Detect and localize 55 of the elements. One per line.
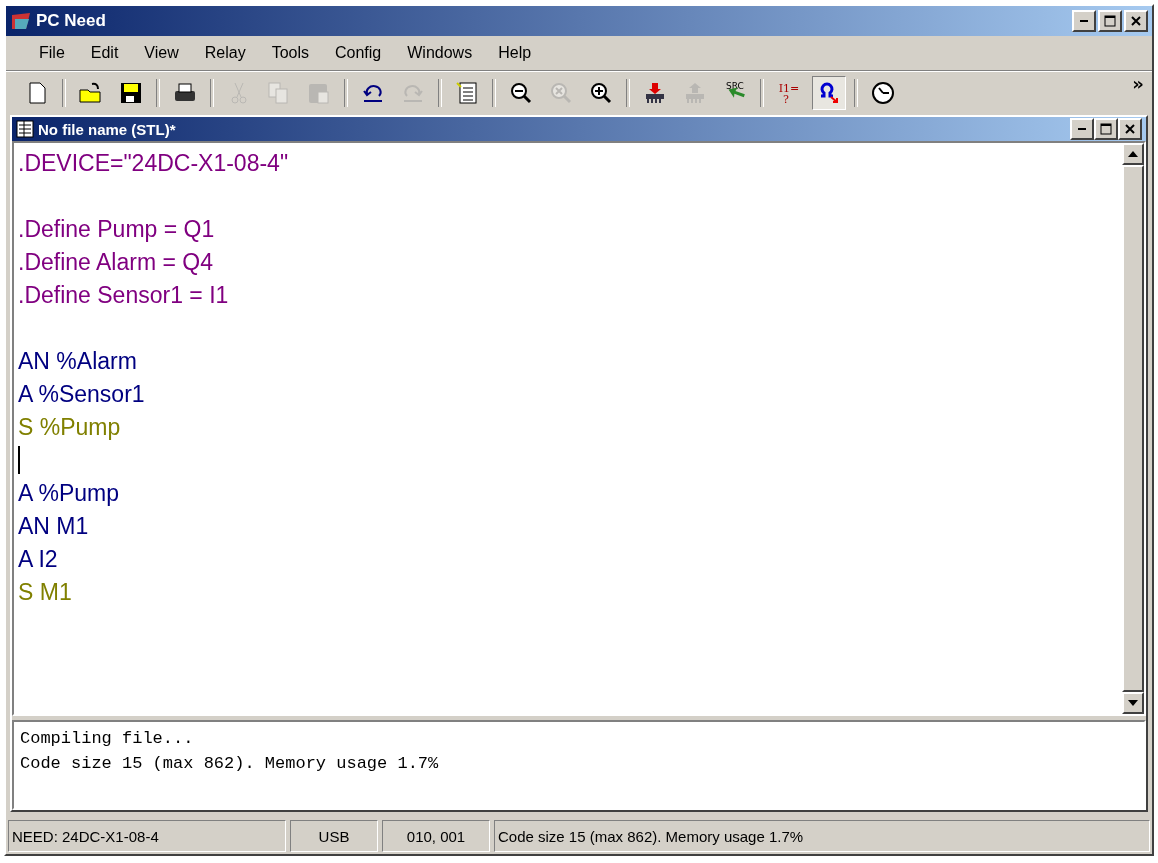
text-cursor <box>18 446 20 474</box>
code-line: AN %Alarm <box>18 347 138 376</box>
maximize-button[interactable] <box>1094 118 1118 140</box>
code-line: A %Pump <box>18 479 120 508</box>
menu-item[interactable]: Help <box>485 40 545 66</box>
toolbar-button[interactable] <box>812 76 846 110</box>
up-arrow-icon <box>1128 151 1138 157</box>
menu-item[interactable]: Edit <box>77 40 132 66</box>
code-line: A I2 <box>18 545 59 574</box>
scroll-up-button[interactable] <box>1122 143 1144 165</box>
output-line: Code size 15 (max 862). Memory usage 1.7% <box>20 753 440 775</box>
code-line: .Define Alarm = Q4 <box>18 248 214 277</box>
menu-item[interactable]: Windows <box>394 40 486 66</box>
clock-icon <box>870 80 896 106</box>
status-pane: Code size 15 (max 862). Memory usage 1.7% <box>494 820 1150 852</box>
app-logo-icon <box>10 11 32 31</box>
menu-item[interactable]: Relay <box>191 40 259 66</box>
folder-icon <box>78 80 104 106</box>
code-line: S M1 <box>18 578 73 607</box>
code-line: A %Sensor1 <box>18 380 146 409</box>
maximize-icon <box>1100 123 1112 135</box>
document-title: No file name (STL)* <box>38 120 177 138</box>
menu-item[interactable]: Config <box>322 40 395 66</box>
window-title: PC Need <box>36 11 107 31</box>
code-line: .Define Sensor1 = I1 <box>18 281 230 310</box>
maximize-icon <box>1104 15 1116 27</box>
close-button[interactable] <box>1124 10 1148 32</box>
down-arrow-icon <box>1128 700 1138 706</box>
code-line: AN M1 <box>18 512 90 541</box>
code-line: S %Pump <box>18 413 122 442</box>
zoom-in-icon <box>588 80 614 106</box>
minimize-button[interactable] <box>1072 10 1096 32</box>
maximize-button[interactable] <box>1098 10 1122 32</box>
close-icon <box>1124 123 1136 135</box>
document-icon <box>16 120 34 138</box>
close-icon <box>1130 15 1142 27</box>
minimize-icon <box>1078 128 1086 130</box>
status-pane: 010, 001 <box>382 820 490 852</box>
close-button[interactable] <box>1118 118 1142 140</box>
zoom-out-icon <box>508 80 534 106</box>
minimize-icon <box>1080 20 1088 22</box>
status-pane: USB <box>290 820 378 852</box>
output-line: Compiling file... <box>20 728 195 750</box>
binary-document-icon <box>454 80 480 106</box>
scroll-down-button[interactable] <box>1122 692 1144 714</box>
menu-item[interactable]: Tools <box>258 40 322 66</box>
code-line: .DEVICE="24DC-X1-08-4" <box>18 149 290 178</box>
minimize-button[interactable] <box>1070 118 1094 140</box>
menu-item[interactable]: View <box>131 40 192 66</box>
zoom-reset-icon <box>548 80 574 106</box>
status-pane: NEED: 24DC-X1-08-4 <box>8 820 286 852</box>
code-editor[interactable]: .DEVICE="24DC-X1-08-4" .Define Pump = Q1 .Define Alarm = Q4 .Define Sensor1 = I1 AN %Alarm A %Sensor1 S %Pump A %Pump AN M1 A I2 S M1 <box>12 141 1146 716</box>
code-line: .Define Pump = Q1 <box>18 215 216 244</box>
toolbar-overflow[interactable]: » <box>1132 73 1144 94</box>
menu-item[interactable]: File <box>26 40 78 66</box>
